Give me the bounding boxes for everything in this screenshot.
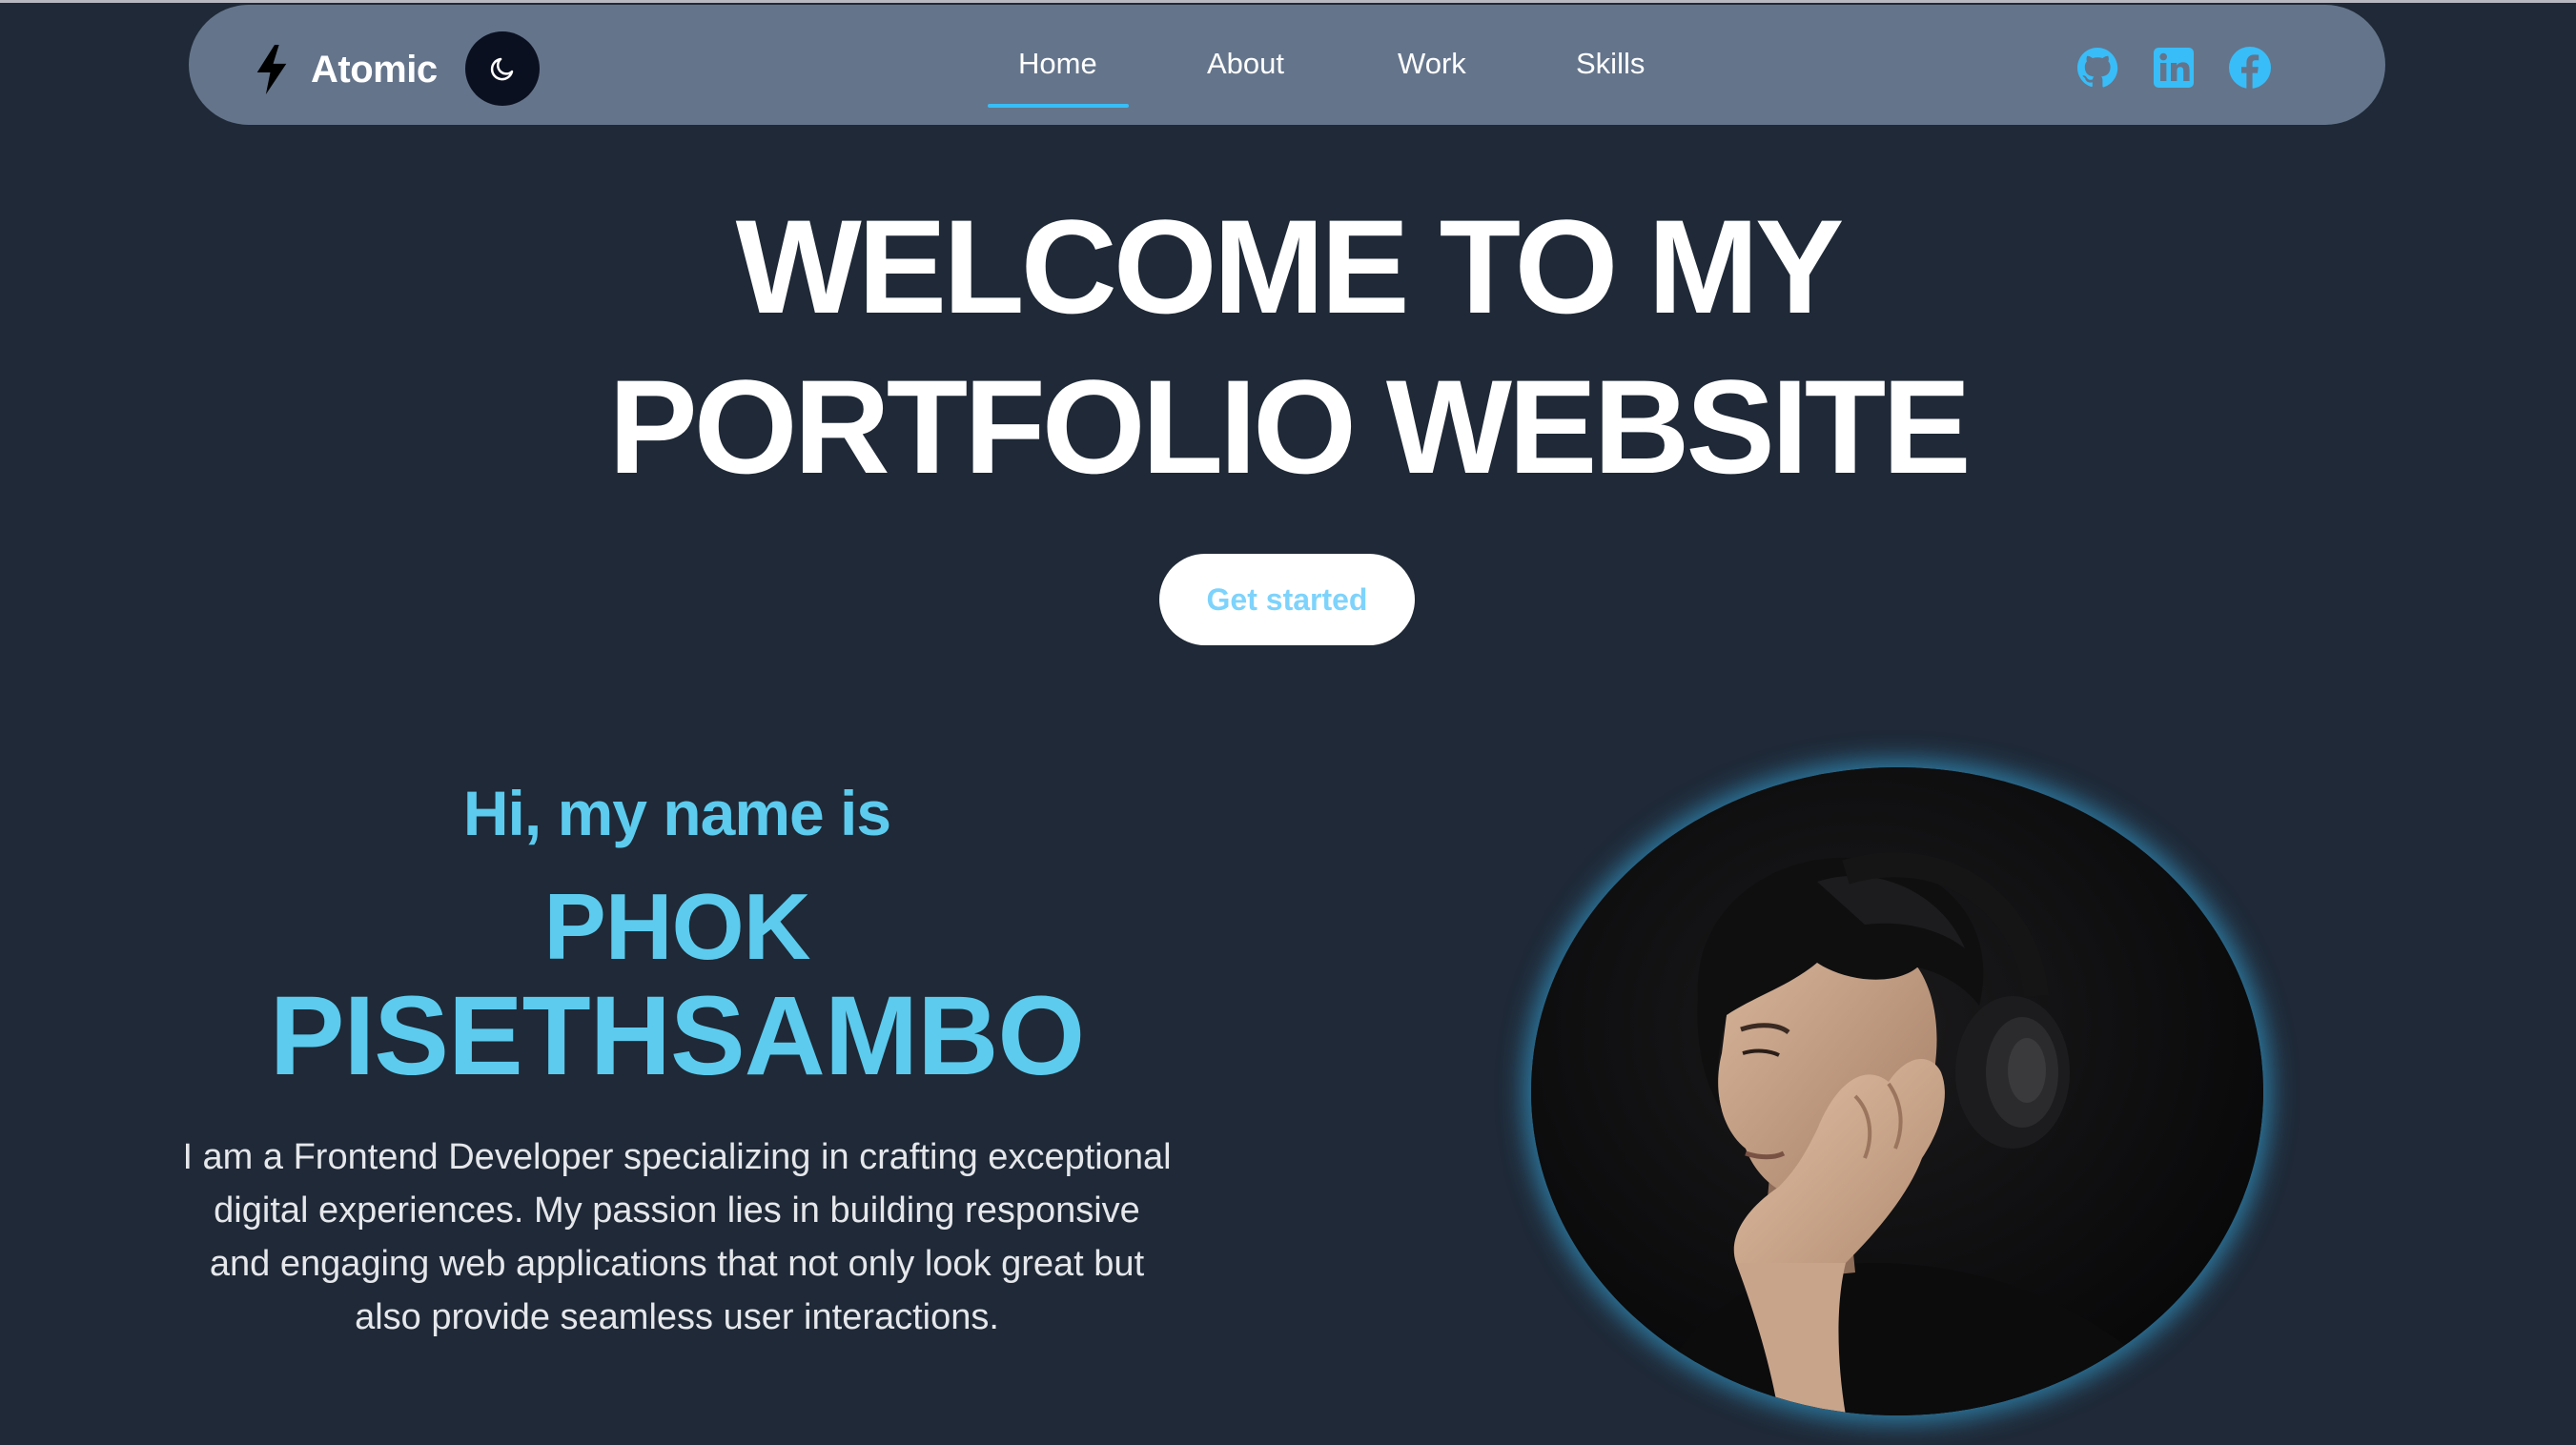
nav-link-skills[interactable]: Skills (1576, 47, 1645, 81)
hero-title: WELCOME TO MY PORTFOLIO WEBSITE (0, 187, 2576, 507)
get-started-button[interactable]: Get started (1159, 554, 1415, 645)
greeting: Hi, my name is (462, 778, 891, 848)
page: Atomic Home About Work Skills WELCOME TO… (0, 0, 2576, 1445)
facebook-link[interactable] (2227, 45, 2273, 91)
hero-title-line-2: PORTFOLIO WEBSITE (608, 352, 1971, 501)
linkedin-icon (2154, 48, 2194, 88)
window-top-edge (0, 0, 2576, 3)
nav-links: Home About Work Skills (189, 5, 2385, 125)
github-icon (2077, 48, 2118, 88)
portrait-illustration (1531, 767, 2263, 1415)
nav-link-about[interactable]: About (1207, 47, 1284, 81)
name-last: PISETHSAMBO (269, 973, 1085, 1099)
navbar: Atomic Home About Work Skills (189, 5, 2385, 125)
bio-text: I am a Frontend Developer specializing i… (182, 1137, 1172, 1337)
hero-title-line-1: WELCOME TO MY (735, 192, 1845, 341)
nav-link-work[interactable]: Work (1398, 47, 1466, 81)
profile-photo (1531, 767, 2263, 1415)
name-first: PHOK (543, 874, 810, 979)
github-link[interactable] (2075, 45, 2120, 91)
facebook-icon (2229, 47, 2271, 89)
intro-section: Hi, my name is PHOK PISETHSAMBO I am a F… (153, 763, 1201, 1344)
linkedin-link[interactable] (2151, 45, 2197, 91)
active-nav-indicator (988, 104, 1129, 108)
nav-link-home[interactable]: Home (1018, 47, 1097, 81)
